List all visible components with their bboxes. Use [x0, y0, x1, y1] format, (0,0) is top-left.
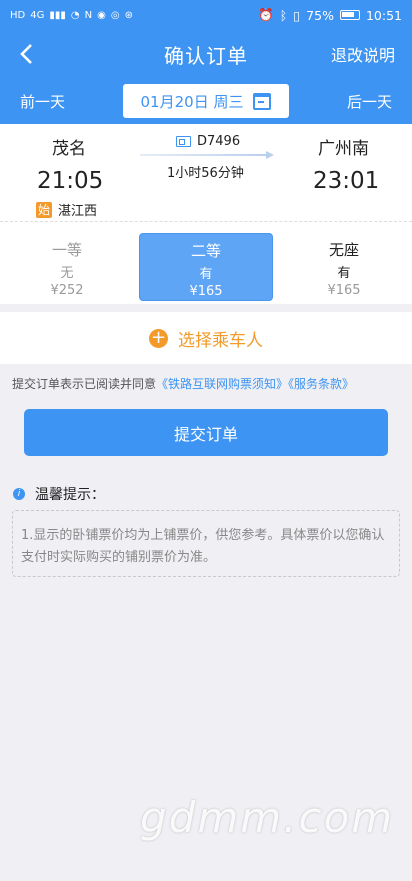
train-number[interactable]: D7496 — [176, 134, 240, 149]
app-icon: ◉ — [97, 9, 106, 21]
from-station: 茂名 — [52, 139, 86, 159]
arrive-time: 23:01 — [313, 168, 380, 194]
prev-day-button[interactable]: 前一天 — [20, 91, 65, 112]
nfc-icon: N — [84, 9, 93, 21]
next-day-button[interactable]: 后一天 — [347, 91, 392, 112]
tips-header: i 温馨提示： — [13, 484, 105, 504]
ticket-notice-link[interactable]: 《铁路互联网购票须知》 — [156, 377, 288, 391]
watermark: gdmm.com — [140, 793, 395, 842]
select-passenger-label: 选择乘车人 — [178, 330, 263, 351]
seat-options: 一等 无 ¥252 二等 有 ¥165 无座 有 ¥165 — [0, 222, 412, 304]
terms-link[interactable]: 《服务条款》 — [288, 377, 354, 391]
depart-time: 21:05 — [37, 168, 104, 194]
app-icon: ⊛ — [124, 9, 133, 21]
seat-availability: 有 — [199, 267, 213, 282]
tips-content: 1.显示的卧铺票价均为上铺票价，供您参考。具体票价以您确认支付时实际购买的铺别票… — [12, 510, 400, 577]
seat-name: 二等 — [190, 242, 221, 260]
seat-name: 一等 — [51, 241, 82, 259]
vibrate-icon: ▯ — [293, 7, 301, 23]
select-passenger-button[interactable]: + 选择乘车人 — [0, 312, 412, 364]
tips-title: 温馨提示： — [35, 487, 105, 503]
date-picker[interactable]: 01月20日 周三 — [123, 84, 289, 118]
battery-percent: 75% — [306, 7, 334, 23]
train-icon — [176, 136, 191, 147]
calendar-icon — [253, 92, 272, 110]
agreement-prefix: 提交订单表示已阅读并同意 — [12, 377, 157, 391]
route-arrow — [140, 151, 274, 159]
seat-price: ¥165 — [189, 284, 223, 299]
nav-bar: 确认订单 退改说明 — [0, 30, 412, 78]
signal-icon: ▮▮▮ — [49, 9, 66, 21]
plus-icon: + — [149, 327, 168, 348]
status-time: 10:51 — [365, 7, 402, 23]
seat-option-first-class[interactable]: 一等 无 ¥252 — [0, 233, 134, 301]
date-bar: 前一天 01月20日 周三 后一天 — [0, 78, 412, 124]
alarm-icon: ⏰ — [258, 7, 274, 22]
network-icon: 4G — [30, 9, 45, 21]
seat-option-second-class[interactable]: 二等 有 ¥165 — [139, 233, 273, 301]
bluetooth-icon: ᛒ — [279, 7, 288, 23]
seat-availability: 有 — [337, 266, 351, 281]
agreement-text: 提交订单表示已阅读并同意《铁路互联网购票须知》《服务条款》 — [12, 375, 354, 392]
seat-price: ¥252 — [50, 283, 84, 298]
info-icon: i — [13, 488, 25, 500]
hd-icon: HD — [10, 9, 26, 21]
start-station-name: 湛江西 — [58, 204, 98, 219]
submit-order-button[interactable]: 提交订单 — [24, 409, 388, 456]
start-station: 始 湛江西 — [36, 200, 97, 219]
app-icon: ◎ — [110, 9, 120, 21]
seat-option-no-seat[interactable]: 无座 有 ¥165 — [277, 233, 411, 301]
seat-name: 无座 — [328, 241, 359, 259]
header: HD 4G ▮▮▮ ◔ N ◉ ◎ ⊛ ⏰ ᛒ ▯ 75% 10:51 确认订单… — [0, 0, 412, 124]
date-label: 01月20日 周三 — [140, 92, 244, 111]
duration: 1小时56分钟 — [167, 166, 244, 181]
seat-price: ¥165 — [327, 283, 361, 298]
trip-info: 茂名 21:05 始 湛江西 D7496 1小时56分钟 广州南 23:01 — [0, 124, 412, 222]
start-tag: 始 — [36, 201, 52, 218]
refund-policy-link[interactable]: 退改说明 — [331, 42, 395, 66]
status-bar: HD 4G ▮▮▮ ◔ N ◉ ◎ ⊛ ⏰ ᛒ ▯ 75% 10:51 — [0, 0, 412, 30]
wifi-icon: ◔ — [70, 9, 80, 21]
seat-availability: 无 — [60, 266, 74, 281]
train-number-label: D7496 — [197, 134, 241, 149]
to-station: 广州南 — [318, 139, 369, 159]
battery-icon — [339, 10, 360, 20]
